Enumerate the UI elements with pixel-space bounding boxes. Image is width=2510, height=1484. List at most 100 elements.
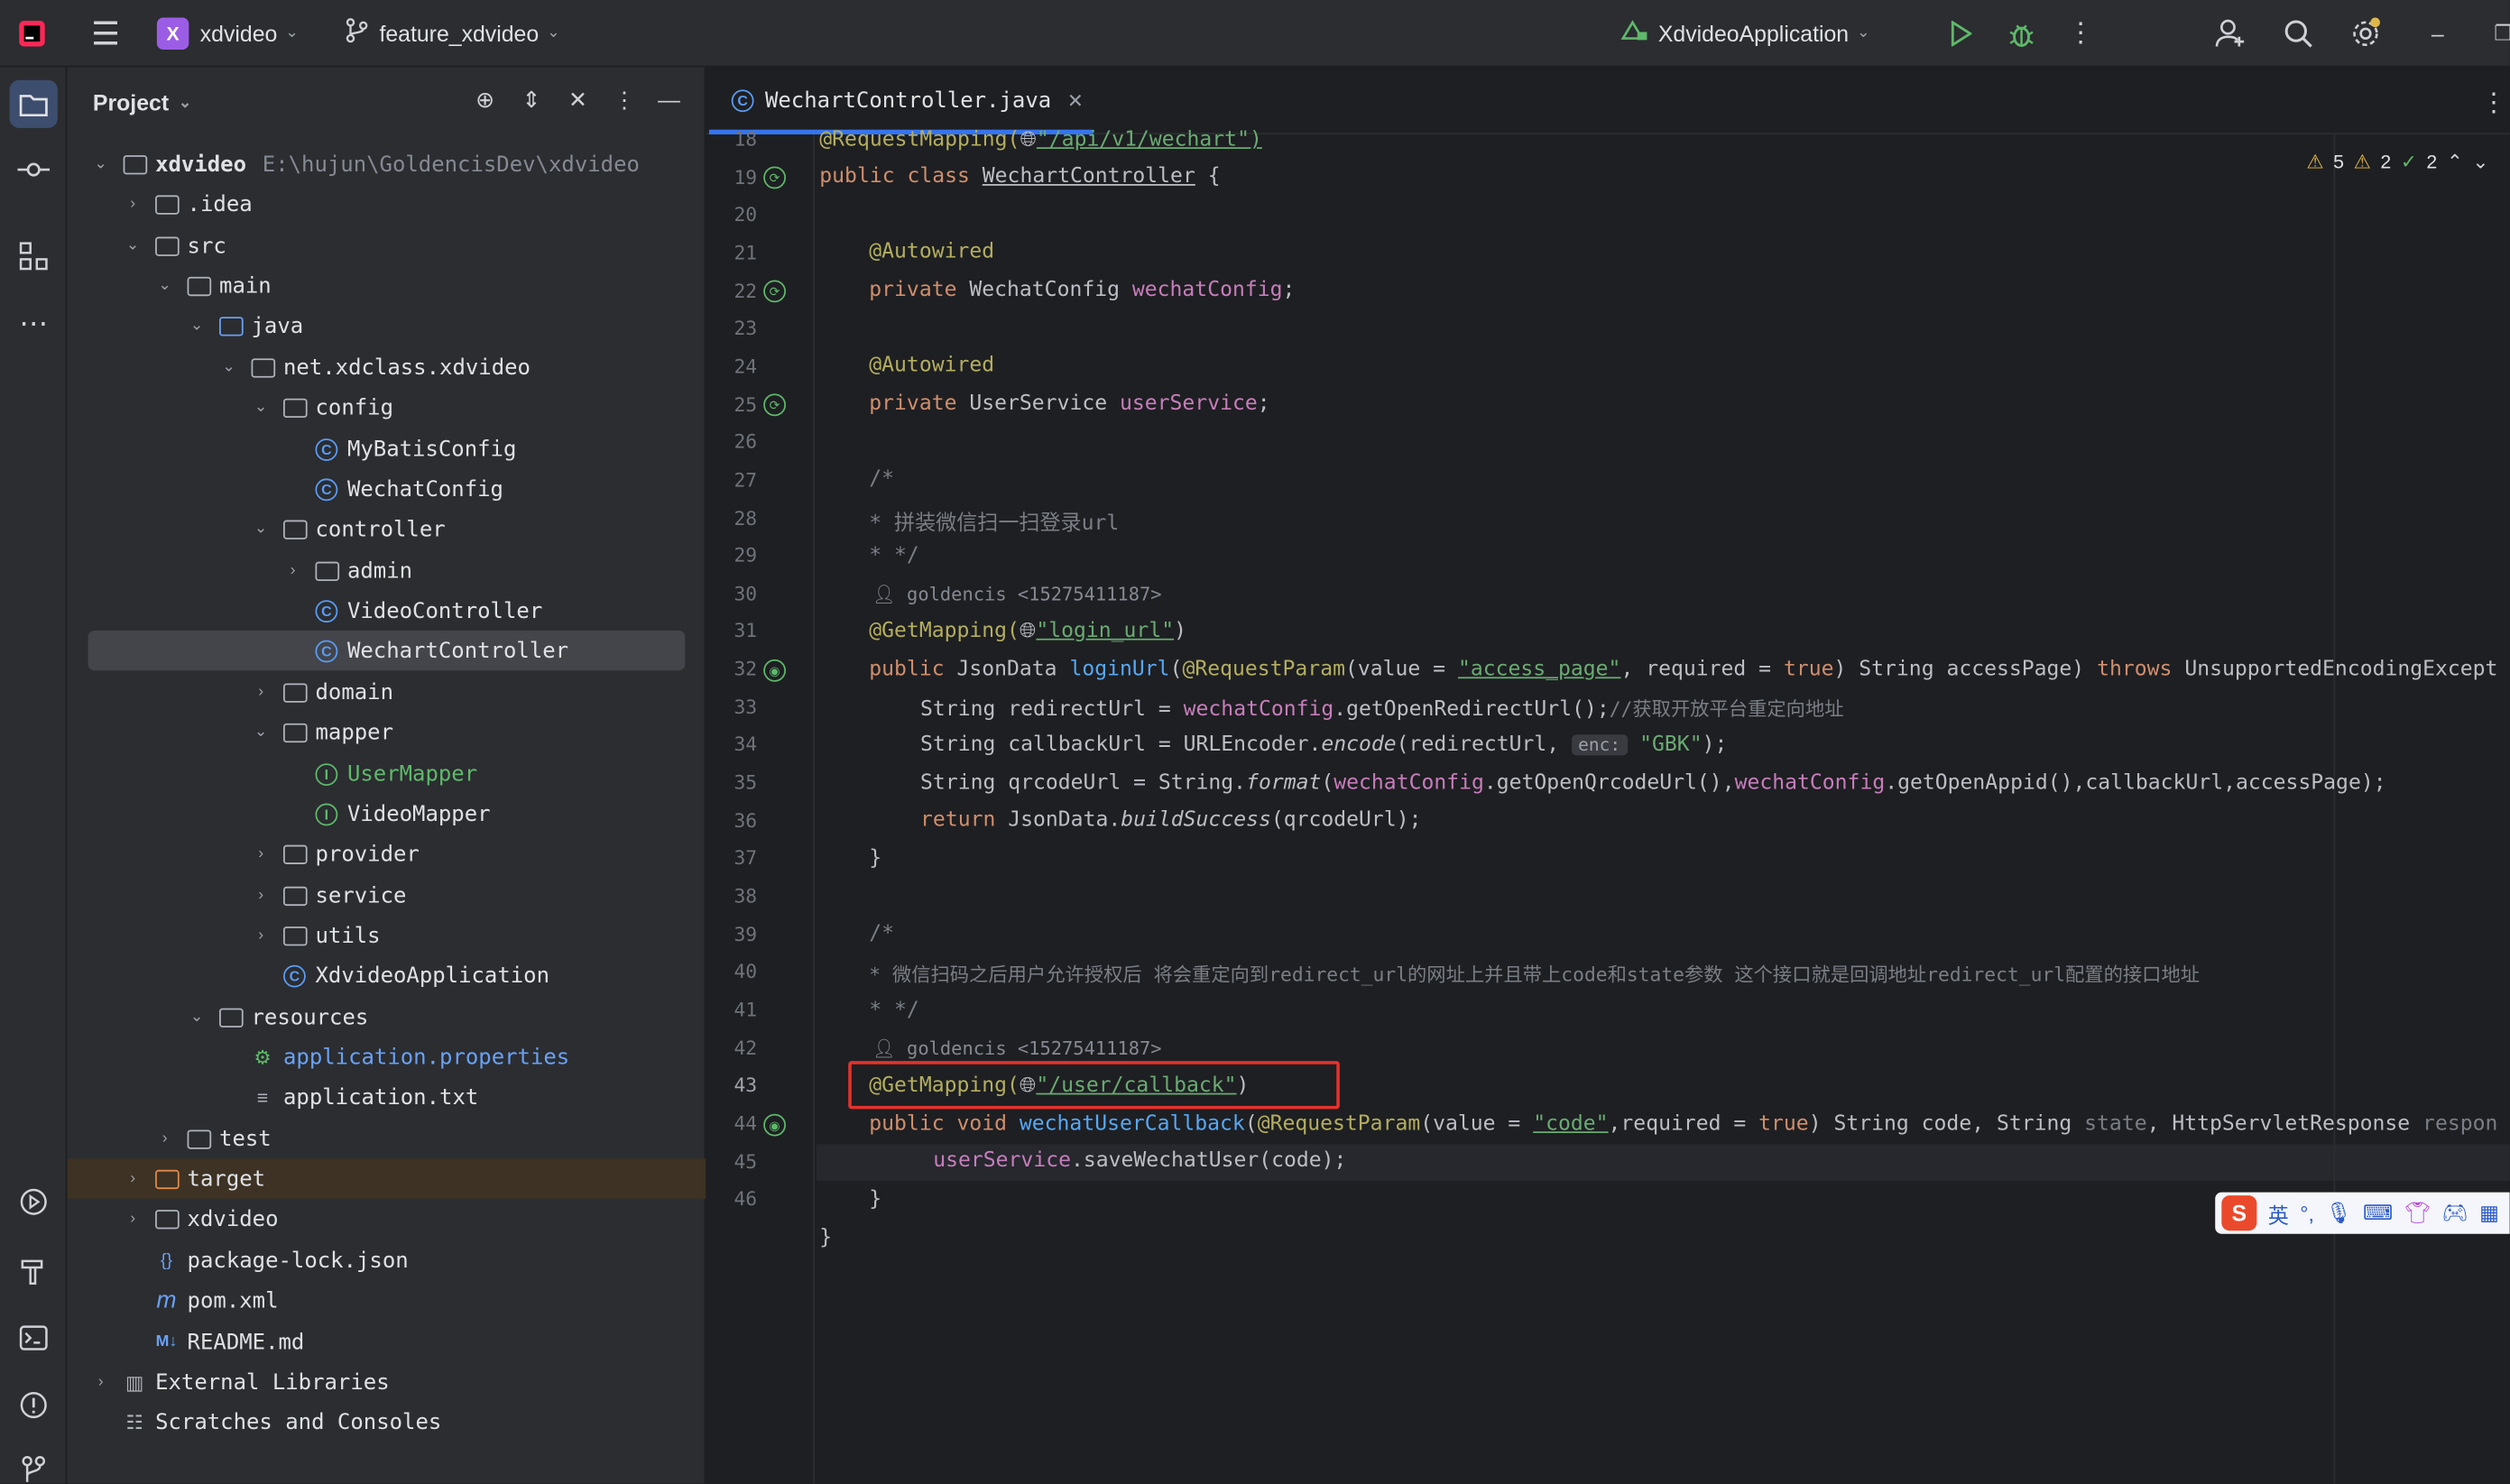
ime-language-mode[interactable]: 英 [2268,1198,2289,1229]
code-line-31[interactable]: public JsonData loginUrl(@RequestParam(v… [869,658,2497,682]
terminal-tool-icon[interactable] [11,1315,56,1360]
code-line-24[interactable]: @Autowired [869,354,994,378]
spring-bean-gutter-icon[interactable]: ⟳ [763,280,787,303]
line-number[interactable]: 39 [706,923,757,945]
spring-bean-gutter-icon[interactable]: ⟳ [763,393,787,417]
project-switcher[interactable]: X xdvideo ⌄ [156,0,299,67]
line-number[interactable]: 27 [706,469,757,492]
line-number[interactable]: 44 [706,1112,757,1135]
inspection-widget[interactable]: ⚠ 5 ⚠ 2 ✓ 2 ⌃ ⌄ [2306,151,2488,173]
code-line-45[interactable]: } [819,1226,832,1250]
tree-item-package-lock[interactable]: {} package-lock.json [68,1240,706,1280]
line-number[interactable]: 32 [706,658,757,680]
tree-item-xdvideoapplication[interactable]: C XdvideoApplication [68,955,706,995]
code-line-28[interactable]: * 拼装微信扫一扫登录url [869,506,1119,537]
tree-item-usermapper[interactable]: I UserMapper [68,754,706,794]
chevron-right-icon[interactable]: › [89,1373,112,1391]
chevron-right-icon[interactable]: › [153,1129,176,1148]
line-number[interactable]: 28 [706,506,757,529]
expand-all-icon[interactable]: ⇕ [515,87,547,114]
chevron-right-icon[interactable]: › [122,1210,144,1228]
chevron-down-icon[interactable]: ⌄ [250,724,272,742]
tree-item-application-txt[interactable]: ≡ application.txt [68,1077,706,1117]
code-line-43[interactable]: userService.saveWechatUser(code); [933,1149,1346,1174]
tree-item-application-properties[interactable]: ⚙ application.properties [68,1037,706,1077]
tree-item-utils[interactable]: › utils [68,916,706,955]
chevron-right-icon[interactable]: › [250,683,272,701]
tree-item-test[interactable]: › test [68,1119,706,1158]
code-line-34[interactable]: String qrcodeUrl = String.format(wechatC… [920,771,2386,796]
tree-item-src[interactable]: ⌄ src [68,226,706,265]
code-line-33[interactable]: String callbackUrl = URLEncoder.encode(r… [920,733,1727,757]
chevron-down-icon[interactable]: ⌄ [186,317,208,335]
line-number[interactable]: 33 [706,696,757,718]
tree-item-java[interactable]: ⌄ java [68,306,706,346]
line-number[interactable]: 37 [706,847,757,870]
commit-tool-icon[interactable] [11,147,56,192]
line-number[interactable]: 40 [706,961,757,983]
request-mapping-gutter-icon[interactable]: ◉ [763,1113,787,1137]
chevron-down-icon[interactable]: ⌄ [217,358,240,376]
line-number[interactable]: 38 [706,885,757,908]
line-number[interactable]: 35 [706,771,757,794]
line-number[interactable]: 42 [706,1037,757,1059]
chevron-right-icon[interactable]: › [250,926,272,945]
code-line-39[interactable]: * 微信扫码之后用户允许授权后 将会重定向到redirect_url的网址上并且… [869,960,2200,987]
debug-icon[interactable] [2002,14,2041,53]
code-line-18[interactable]: @RequestMapping(🌐︎"/api/v1/wechart") [819,128,1262,152]
code-line-40[interactable]: * */ [869,999,919,1023]
chevron-right-icon[interactable]: › [250,887,272,905]
line-number[interactable]: 29 [706,544,757,567]
tree-item-mybatisconfig[interactable]: C MyBatisConfig [68,429,706,468]
tree-item-wechartcontroller[interactable]: C WechartController [88,630,686,671]
chevron-down-icon[interactable]: ⌄ [122,237,144,255]
tab-options-icon[interactable]: ⋮ [2481,87,2506,118]
chevron-right-icon[interactable]: › [122,1170,144,1188]
line-number[interactable]: 45 [706,1150,757,1173]
build-hammer-icon[interactable] [11,1249,56,1294]
chevron-down-icon[interactable]: ⌄ [89,155,112,173]
ime-punctuation[interactable]: °, [2300,1201,2314,1225]
branch-switcher[interactable]: feature_xdvideo ⌄ [346,0,560,67]
line-number[interactable]: 25 [706,393,757,416]
line-number[interactable]: 18 [706,128,757,151]
code-line-42[interactable]: public void wechatUserCallback(@RequestP… [869,1112,2497,1137]
line-number[interactable]: 41 [706,999,757,1021]
chevron-right-icon[interactable]: › [250,845,272,863]
tree-item-videomapper[interactable]: I VideoMapper [68,794,706,834]
line-number[interactable]: 19 [706,166,757,189]
project-tool-icon[interactable] [9,79,58,128]
locate-file-icon[interactable]: ⊕ [469,87,501,114]
skin-icon[interactable]: 👕︎ [2404,1201,2431,1226]
code-line-22[interactable]: private WechatConfig wechatConfig; [869,279,1295,303]
collapse-all-icon[interactable]: ✕ [562,87,594,114]
main-menu-icon[interactable]: ☰ [87,14,125,53]
code-line-29[interactable]: * */ [869,544,919,568]
ime-toolbar[interactable]: S 英 °, 🎙︎ ⌨ 👕︎ 🎮︎ ▦ [2215,1192,2510,1234]
close-tab-icon[interactable]: ✕ [1067,89,1084,112]
request-mapping-gutter-icon[interactable]: ◉ [763,659,787,682]
chevron-down-icon[interactable]: ⌄ [250,521,272,539]
chevron-right-icon[interactable]: › [122,195,144,213]
settings-gear-icon[interactable] [2347,14,2385,53]
panel-options-icon[interactable]: ⋮ [608,87,640,114]
line-number[interactable]: 24 [706,355,757,378]
tree-item-xdvideo-folder[interactable]: › xdvideo [68,1199,706,1239]
tree-item-scratches[interactable]: ☷ Scratches and Consoles [68,1402,706,1442]
code-line-38[interactable]: /* [869,922,894,946]
line-number[interactable]: 23 [706,318,757,340]
line-number[interactable]: 20 [706,204,757,226]
chevron-down-icon[interactable]: ⌄ [250,399,272,417]
more-tools-icon[interactable]: ⋯ [11,301,56,346]
previous-highlight-icon[interactable]: ⌃ [2447,151,2463,173]
tree-item-admin[interactable]: › admin [68,550,706,590]
code-line-32[interactable]: String redirectUrl = wechatConfig.getOpe… [920,695,1843,722]
line-number[interactable]: 43 [706,1074,757,1097]
toolbox-icon[interactable]: ▦ [2479,1201,2499,1226]
tree-item-mapper[interactable]: ⌄ mapper [68,712,706,751]
tree-item-external-libraries[interactable]: › ▥ External Libraries [68,1362,706,1402]
tree-item-service[interactable]: › service [68,875,706,915]
author-hint[interactable]: 👤︎ goldencis <15275411187> [872,1037,1162,1060]
code-line-30[interactable]: @GetMapping(🌐︎"login_url") [869,620,1186,644]
editor-tab-wechartcontroller[interactable]: C WechartController.java ✕ [715,68,1100,135]
